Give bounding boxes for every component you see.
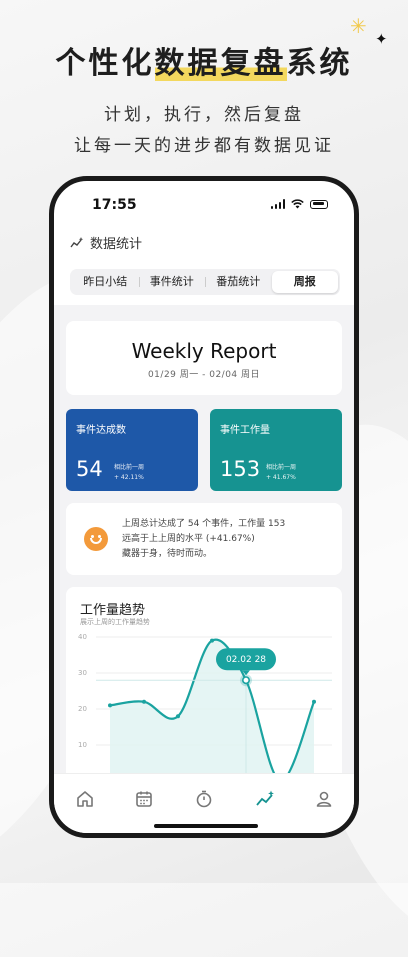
page-title: 数据统计 — [90, 237, 143, 252]
stat-compare-value: + 42.11% — [114, 474, 144, 481]
series-area — [110, 639, 314, 773]
y-tick-label: 30 — [78, 669, 87, 677]
stat-compare-label: 相比前一周 — [266, 464, 297, 471]
y-tick-label: 10 — [78, 741, 87, 749]
status-time: 17:55 — [92, 197, 137, 213]
tab-yesterday-summary[interactable]: 昨日小结 — [72, 271, 139, 293]
summary-line: 上周总计达成了 54 个事件，工作量 153 — [122, 519, 286, 529]
stat-value: 153 — [220, 457, 261, 481]
timer-icon[interactable] — [195, 790, 213, 808]
stat-compare: 相比前一周 + 41.67% — [266, 463, 296, 483]
highlight-point[interactable] — [242, 676, 251, 685]
smiley-icon — [84, 527, 108, 551]
tab-pomodoro-stats[interactable]: 番茄统计 — [205, 271, 272, 293]
trend-card: 工作量趋势 展示上周的工作量趋势 40 30 20 10 02.02 28 — [66, 587, 342, 773]
data-point[interactable] — [142, 699, 146, 704]
stat-compare-label: 相比前一周 — [114, 464, 145, 471]
summary-line: 藏器于身，待时而动。 — [122, 549, 213, 559]
report-card: Weekly Report 01/29 周一 - 02/04 周日 — [66, 321, 342, 395]
stats-icon[interactable] — [255, 790, 275, 808]
stat-label: 事件达成数 — [76, 425, 126, 436]
data-point[interactable] — [312, 699, 316, 704]
phone-frame: 17:55 数据统计 昨日小结 事件统计 番茄统计 周报 Weekly Repo… — [49, 176, 359, 838]
tab-weekly-report[interactable]: 周报 — [271, 271, 338, 293]
trend-chart[interactable]: 40 30 20 10 02.02 28 — [66, 587, 342, 773]
page-header: 数据统计 — [70, 233, 142, 252]
promo-title: 个性化数据复盘系统 — [55, 46, 353, 81]
summary-card: 上周总计达成了 54 个事件，工作量 153 远高于上上周的水平 (+41.67… — [66, 503, 342, 575]
report-title: Weekly Report — [131, 339, 277, 363]
tab-event-stats[interactable]: 事件统计 — [138, 271, 206, 293]
stat-compare: 相比前一周 + 42.11% — [114, 463, 144, 483]
data-point[interactable] — [108, 703, 112, 708]
home-icon[interactable] — [76, 790, 94, 808]
promo-subtitle-2: 让每一天的进步都有数据见证 — [74, 136, 334, 156]
stat-card-events-completed[interactable]: 事件达成数 54 相比前一周 + 42.11% — [66, 409, 198, 491]
data-point[interactable] — [210, 638, 214, 643]
sparkle-icon: ✳ — [350, 14, 367, 38]
home-indicator — [154, 824, 258, 828]
summary-line: 远高于上上周的水平 (+41.67%) — [122, 534, 255, 544]
promo-subtitle-1: 计划，执行，然后复盘 — [104, 105, 304, 125]
stat-card-workload[interactable]: 事件工作量 153 相比前一周 + 41.67% — [210, 409, 342, 491]
calendar-icon[interactable] — [135, 790, 153, 808]
report-date-range: 01/29 周一 - 02/04 周日 — [147, 370, 261, 380]
wifi-icon — [291, 199, 304, 209]
profile-icon[interactable] — [315, 790, 333, 808]
chart-tooltip-label: 02.02 28 — [226, 655, 266, 665]
chart-sparkle-icon — [70, 236, 84, 247]
battery-icon — [310, 199, 328, 209]
stat-value: 54 — [76, 457, 103, 481]
stat-compare-value: + 41.67% — [266, 474, 296, 481]
segment-tabs: 昨日小结 事件统计 番茄统计 周报 — [70, 269, 340, 295]
y-tick-label: 20 — [78, 705, 87, 713]
status-icons — [270, 199, 328, 209]
signal-icon — [270, 199, 285, 209]
data-point[interactable] — [176, 714, 180, 719]
y-tick-label: 40 — [78, 633, 87, 641]
content-area: Weekly Report 01/29 周一 - 02/04 周日 事件达成数 … — [54, 305, 354, 773]
stat-label: 事件工作量 — [220, 425, 270, 436]
summary-text: 上周总计达成了 54 个事件，工作量 153 远高于上上周的水平 (+41.67… — [122, 517, 285, 562]
